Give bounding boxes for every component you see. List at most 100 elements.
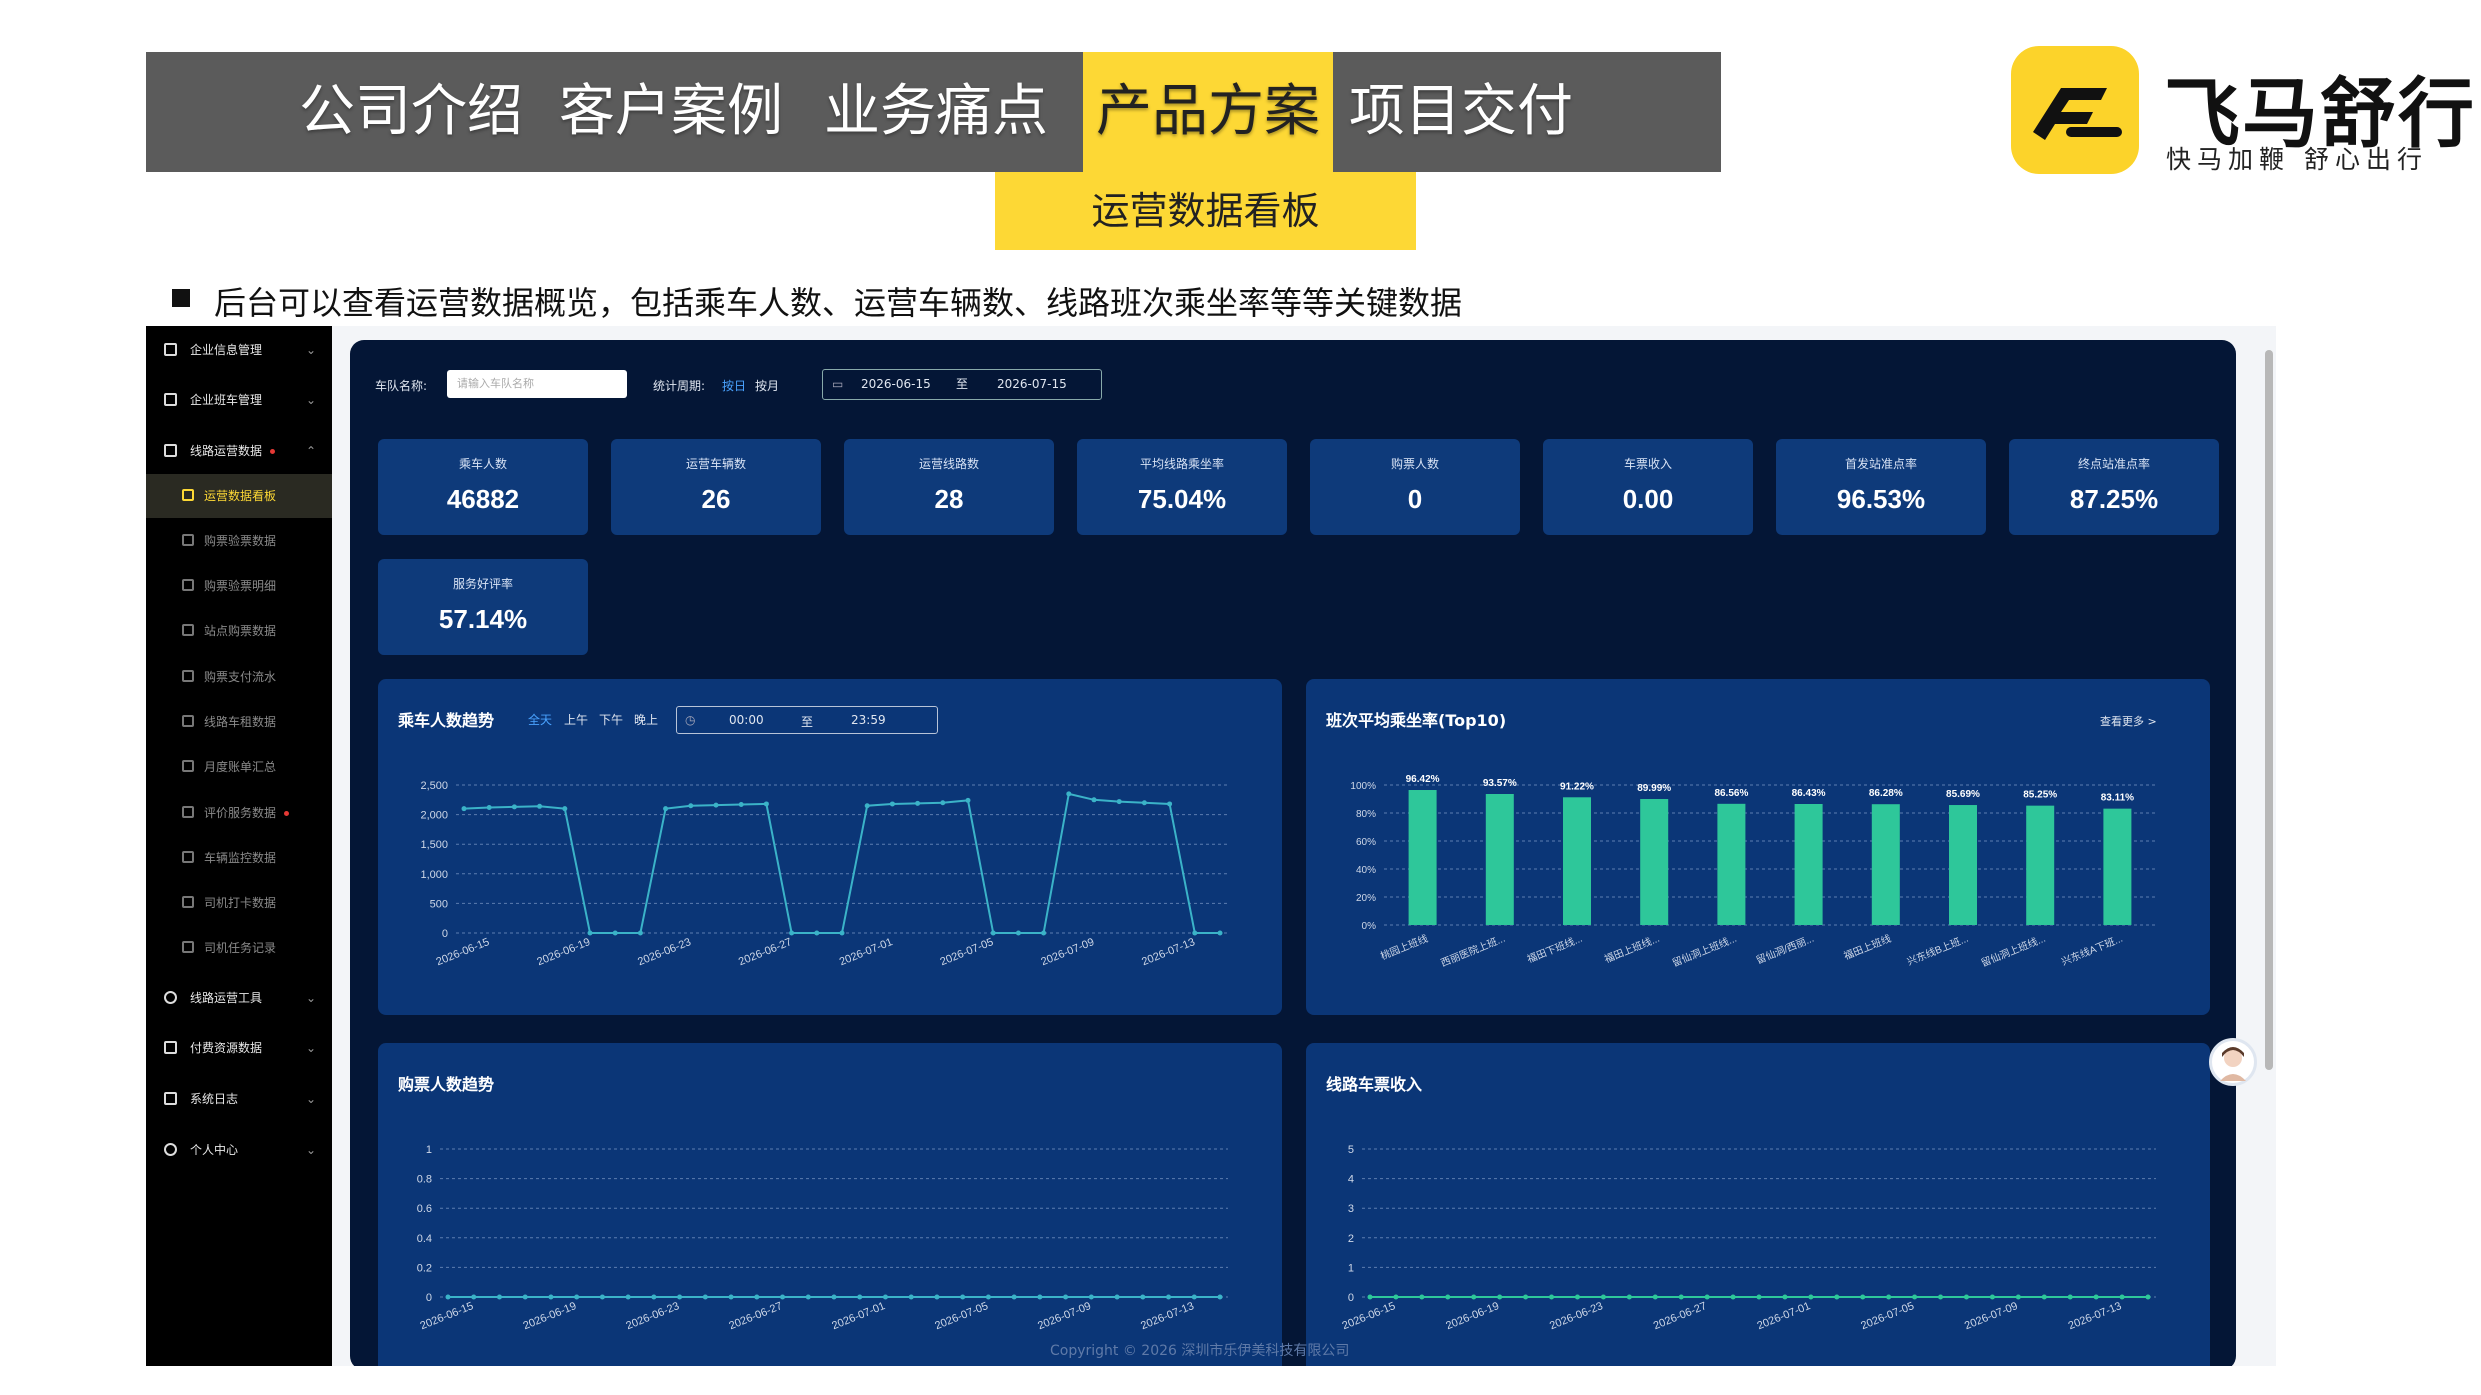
gear-icon bbox=[164, 991, 177, 1004]
data-point bbox=[882, 1294, 888, 1300]
range-all-day[interactable]: 全天 bbox=[528, 711, 552, 728]
kpi-card-routes: 运营线路数 28 bbox=[844, 439, 1054, 535]
bar-value-label: 83.11% bbox=[2101, 793, 2134, 804]
nav-tab-product[interactable]: 产品方案 bbox=[1083, 52, 1333, 172]
x-tick-label: 2026-07-01 bbox=[838, 936, 895, 968]
bar-chart-icon bbox=[182, 489, 194, 501]
y-tick-label: 500 bbox=[430, 898, 448, 910]
panel-ride-trend: 乘车人数趋势 全天 上午 下午 晚上 ◷ 00:00 至 23:59 2,500… bbox=[378, 679, 1282, 1015]
sidebar-sub-label: 线路车租数据 bbox=[204, 715, 277, 729]
kpi-title: 运营车辆数 bbox=[685, 457, 746, 471]
range-afternoon[interactable]: 下午 bbox=[599, 711, 623, 728]
data-point bbox=[908, 1294, 914, 1300]
data-point bbox=[1678, 1294, 1684, 1300]
bar bbox=[1640, 799, 1669, 925]
team-label: 车队名称: bbox=[375, 379, 428, 393]
sidebar-item-route-tools[interactable]: 线路运营工具 ⌄ bbox=[146, 976, 332, 1020]
data-point bbox=[985, 1294, 991, 1300]
x-tick-label: 2026-06-15 bbox=[419, 1300, 476, 1332]
data-point bbox=[574, 1294, 580, 1300]
team-search-input[interactable]: 请输入车队名称 bbox=[447, 370, 627, 398]
data-point bbox=[1037, 1294, 1043, 1300]
kpi-title: 购票人数 bbox=[1390, 457, 1439, 471]
range-morning[interactable]: 上午 bbox=[564, 711, 588, 728]
sidebar-sub-ticket-detail[interactable]: 购票验票明细 bbox=[146, 564, 332, 608]
sidebar-sub-driver-tasks[interactable]: 司机任务记录 bbox=[146, 926, 332, 970]
date-range-picker[interactable]: ▭ 2026-06-15 至 2026-07-15 bbox=[822, 369, 1102, 400]
nav-tab-delivery[interactable]: 项目交付 bbox=[1336, 52, 1586, 172]
panel-title: 购票人数趋势 bbox=[398, 1075, 495, 1094]
sidebar-sub-payment-flow[interactable]: 购票支付流水 bbox=[146, 655, 332, 699]
data-point bbox=[738, 802, 744, 808]
kpi-value: 28 bbox=[934, 484, 964, 514]
slide-section-nav: 公司介绍 客户案例 业务痛点 产品方案 项目交付 bbox=[146, 52, 1721, 172]
sidebar-item-system-log[interactable]: 系统日志 ⌄ bbox=[146, 1077, 332, 1121]
x-tick-label: 2026-07-09 bbox=[1963, 1300, 2020, 1332]
y-tick-label: 0 bbox=[442, 928, 448, 940]
kpi-title: 首发站准点率 bbox=[1844, 457, 1917, 471]
kpi-value: 87.25% bbox=[2069, 484, 2159, 514]
user-icon bbox=[164, 1143, 177, 1156]
bar-value-label: 89.99% bbox=[1637, 783, 1671, 794]
kpi-card-riders: 乘车人数 46882 bbox=[378, 439, 588, 535]
time-range-picker[interactable]: ◷ 00:00 至 23:59 bbox=[676, 706, 938, 734]
kpi-title: 运营线路数 bbox=[918, 457, 979, 471]
sidebar-sub-label: 车辆监控数据 bbox=[204, 851, 277, 865]
sidebar-item-label: 线路运营工具 bbox=[190, 991, 263, 1005]
panel-occupancy-top10: 班次平均乘坐率(Top10) 查看更多 > 100% 80% 60% 40% 20% 0%… bbox=[1306, 679, 2210, 1015]
x-tick-label: 2026-06-23 bbox=[624, 1300, 681, 1332]
nav-tab-pain-points[interactable]: 业务痛点 bbox=[811, 52, 1061, 172]
dashboard-screenshot: 企业信息管理 ⌄ 企业班车管理 ⌄ 线路运营数据 ⌃ 运营数据看板 购票验票数据 购票… bbox=[146, 326, 2276, 1366]
sidebar-sub-monthly-bill[interactable]: 月度账单汇总 bbox=[146, 745, 332, 789]
occupancy-bar-chart: 100% 80% 60% 40% 20% 0% 96.42% 桃园上班线 93.57% 西丽医院上… bbox=[1350, 774, 2156, 970]
sidebar-item-company[interactable]: 企业信息管理 ⌄ bbox=[146, 328, 332, 372]
data-point bbox=[599, 1294, 605, 1300]
bar bbox=[1794, 803, 1823, 925]
sidebar-sub-ticket-data[interactable]: 购票验票数据 bbox=[146, 519, 332, 563]
scrollbar[interactable] bbox=[2265, 340, 2273, 1350]
revenue-chart: 5 4 3 2 1 02026-06-15 2026-06-19 2026-06-23 2026… bbox=[1341, 1144, 2156, 1332]
sidebar-item-shuttle[interactable]: 企业班车管理 ⌄ bbox=[146, 378, 332, 422]
sidebar-sub-label: 购票验票明细 bbox=[204, 579, 277, 593]
y-tick-label: 0 bbox=[426, 1292, 432, 1304]
nav-tab-cases[interactable]: 客户案例 bbox=[546, 52, 796, 172]
panel-title: 班次平均乘坐率(Top10) bbox=[1326, 711, 1507, 730]
scrollbar-thumb[interactable] bbox=[2265, 350, 2273, 1070]
sidebar-item-paid-resources[interactable]: 付费资源数据 ⌄ bbox=[146, 1026, 332, 1070]
period-by-day[interactable]: 按日 bbox=[722, 377, 746, 394]
nav-tab-company[interactable]: 公司介绍 bbox=[286, 52, 536, 172]
data-point bbox=[1497, 1294, 1503, 1300]
chevron-down-icon: ⌄ bbox=[305, 393, 316, 407]
data-point bbox=[2119, 1294, 2125, 1300]
data-point bbox=[1419, 1294, 1425, 1300]
data-point bbox=[1549, 1294, 1555, 1300]
bar-value-label: 96.42% bbox=[1406, 774, 1440, 785]
x-tick-label: 2026-07-09 bbox=[1039, 936, 1096, 968]
data-point bbox=[1393, 1294, 1399, 1300]
sidebar-sub-service-rating[interactable]: 评价服务数据 bbox=[146, 791, 332, 835]
chevron-down-icon: ⌄ bbox=[305, 991, 316, 1005]
chevron-up-icon: ⌃ bbox=[305, 444, 316, 458]
sub-tab-dashboard[interactable]: 运营数据看板 bbox=[995, 172, 1416, 250]
calendar-icon: ▭ bbox=[832, 377, 844, 391]
sidebar-sub-dashboard[interactable]: 运营数据看板 bbox=[146, 474, 332, 518]
x-tick-label: 西丽医院上班... bbox=[1439, 932, 1507, 970]
sidebar-sub-vehicle-monitor[interactable]: 车辆监控数据 bbox=[146, 836, 332, 880]
support-avatar-icon[interactable] bbox=[2209, 1038, 2257, 1086]
sidebar-item-profile[interactable]: 个人中心 ⌄ bbox=[146, 1128, 332, 1172]
sidebar-sub-vehicle-rent[interactable]: 线路车租数据 bbox=[146, 700, 332, 744]
notification-dot bbox=[270, 449, 276, 454]
data-point bbox=[637, 930, 643, 936]
sidebar-sub-driver-checkin[interactable]: 司机打卡数据 bbox=[146, 881, 332, 925]
period-by-month[interactable]: 按月 bbox=[755, 377, 779, 394]
panel-ticket-trend: 购票人数趋势 1 0.8 0.6 0.4 0.2 0 2026-06-15 2026-06-1… bbox=[378, 1043, 1282, 1366]
kpi-title: 乘车人数 bbox=[458, 457, 507, 471]
kpi-card-rating: 服务好评率 57.14% bbox=[378, 559, 588, 655]
view-more-link[interactable]: 查看更多 > bbox=[2100, 713, 2157, 729]
range-evening[interactable]: 晚上 bbox=[634, 711, 658, 728]
data-point bbox=[496, 1294, 502, 1300]
x-tick-label: 2026-07-01 bbox=[1755, 1300, 1812, 1332]
data-point bbox=[537, 803, 543, 809]
sidebar-sub-station-tickets[interactable]: 站点购票数据 bbox=[146, 609, 332, 653]
sidebar-item-route-ops[interactable]: 线路运营数据 ⌃ bbox=[146, 429, 332, 473]
